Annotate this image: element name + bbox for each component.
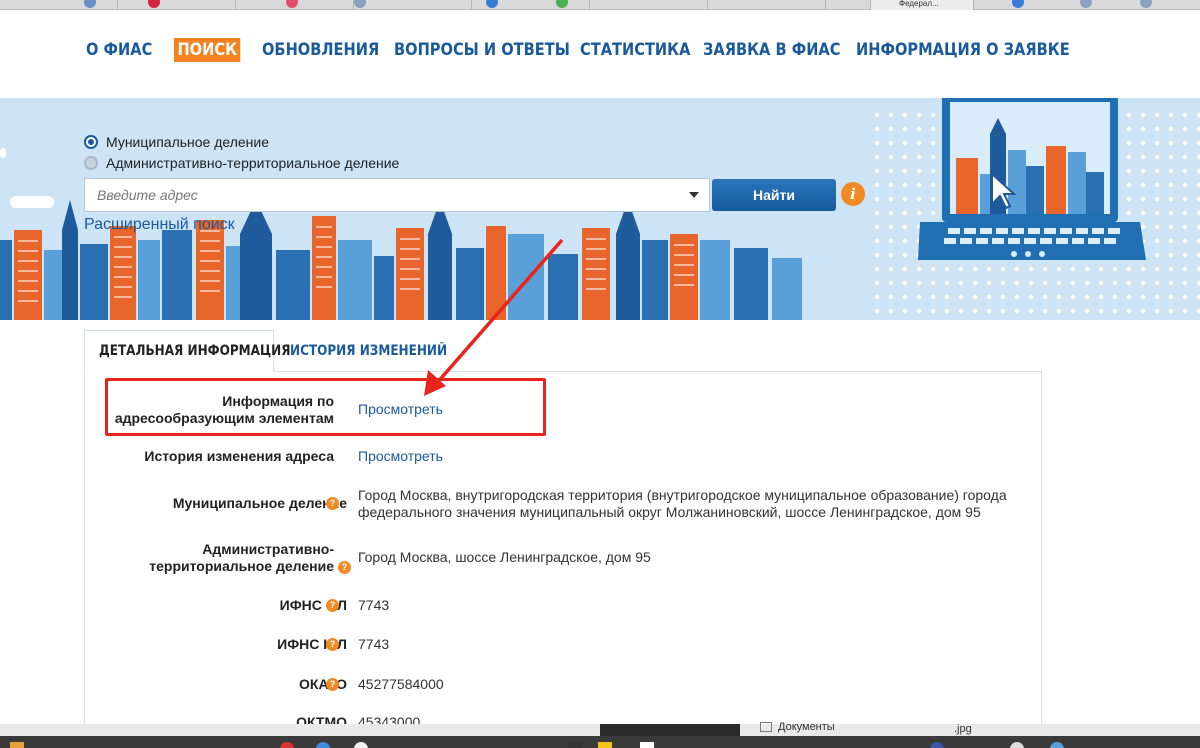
value-ifns-ul: 7743 xyxy=(358,636,390,652)
nav-item-updates[interactable]: ОБНОВЛЕНИЯ xyxy=(262,40,379,60)
annotation-highlight-box xyxy=(105,378,546,436)
app-icon[interactable] xyxy=(316,742,330,748)
radio-admin-row[interactable]: Административно-территориальное деление xyxy=(84,155,399,171)
folder-icon[interactable] xyxy=(10,742,24,748)
app-icon[interactable] xyxy=(280,742,294,748)
address-search-field[interactable] xyxy=(84,178,710,212)
dock xyxy=(0,736,1200,748)
nav-item-search[interactable]: ПОИСК xyxy=(174,38,241,62)
finder-window-strip: Документы .jpg xyxy=(0,721,1200,736)
radio-admin-label[interactable]: Административно-территориальное деление xyxy=(106,155,399,171)
cloud-decoration xyxy=(0,148,6,158)
nav-item-about[interactable]: О ФИАС xyxy=(86,40,152,60)
favicon-icon xyxy=(1012,0,1024,8)
nav-item-request-info[interactable]: ИНФОРМАЦИЯ О ЗАЯВКЕ xyxy=(856,40,1070,60)
main-nav: О ФИАС ПОИСК ОБНОВЛЕНИЯ ВОПРОСЫ И ОТВЕТЫ… xyxy=(0,10,1200,98)
label-line: Административно- xyxy=(202,541,334,557)
radio-municipal-row[interactable]: Муниципальное деление xyxy=(84,134,269,150)
favicon-icon xyxy=(1140,0,1152,8)
file-extension-label: .jpg xyxy=(954,723,972,735)
help-icon[interactable]: ? xyxy=(338,560,351,574)
app-icon[interactable] xyxy=(640,742,654,748)
nav-item-statistics[interactable]: СТАТИСТИКА xyxy=(580,40,690,60)
notes-icon[interactable] xyxy=(598,742,612,748)
advanced-search-link[interactable]: Расширенный поиск xyxy=(84,216,235,234)
app-icon[interactable] xyxy=(354,742,368,748)
strip-segment: Документы .jpg xyxy=(740,721,1200,736)
label-address-history: История изменения адреса xyxy=(144,448,334,464)
search-banner: Муниципальное деление Административно-те… xyxy=(0,98,1200,320)
tab-detail-info[interactable]: ДЕТАЛЬНАЯ ИНФОРМАЦИЯ xyxy=(84,330,290,372)
find-button[interactable]: Найти xyxy=(712,179,836,211)
value-okato: 45277584000 xyxy=(358,676,444,692)
label-text: Муниципальное деление xyxy=(172,495,347,511)
value-admin-division: Город Москва, шоссе Ленинградское, дом 9… xyxy=(358,549,651,565)
help-icon[interactable]: ? xyxy=(326,678,339,691)
browser-tab[interactable] xyxy=(708,0,826,10)
value-line: федерального значения муниципальный окру… xyxy=(358,504,981,520)
documents-label: Документы xyxy=(778,721,835,733)
browser-tab-active[interactable]: Федерал... xyxy=(870,0,974,10)
app-icon[interactable] xyxy=(1010,742,1024,748)
label-municipal: Муниципальное деление xyxy=(173,495,347,512)
radio-municipal-label[interactable]: Муниципальное деление xyxy=(106,134,269,150)
radio-admin[interactable] xyxy=(84,156,98,170)
app-icon[interactable] xyxy=(568,742,582,748)
label-line: территориальное деление xyxy=(149,558,334,574)
nav-item-faq[interactable]: ВОПРОСЫ И ОТВЕТЫ xyxy=(394,40,570,60)
label-okato: ОКАТО xyxy=(299,676,347,693)
radio-municipal[interactable] xyxy=(84,135,98,149)
browser-tab[interactable] xyxy=(354,0,472,10)
browser-tab[interactable] xyxy=(590,0,708,10)
dropdown-arrow-icon[interactable] xyxy=(689,192,699,198)
info-icon[interactable]: i xyxy=(841,182,865,206)
tab-history-label: ИСТОРИЯ ИЗМЕНЕНИЙ xyxy=(290,343,448,359)
value-municipal: Город Москва, внутригородская территория… xyxy=(358,487,1007,521)
nav-item-request[interactable]: ЗАЯВКА В ФИАС xyxy=(703,40,840,60)
page: Федерал... О ФИАС ПОИСК ОБНОВЛЕНИЯ ВОПРО… xyxy=(0,0,1200,748)
view-address-history-link[interactable]: Просмотреть xyxy=(358,448,443,465)
label-text: ОКАТО xyxy=(299,676,347,692)
help-icon[interactable]: ? xyxy=(326,599,339,612)
browser-tab-strip: Федерал... xyxy=(0,0,1200,10)
tab-detail-label: ДЕТАЛЬНАЯ ИНФОРМАЦИЯ xyxy=(99,343,291,359)
browser-tab-title: Федерал... xyxy=(899,0,939,8)
strip-segment xyxy=(0,724,600,736)
favicon-icon xyxy=(1080,0,1092,8)
address-input[interactable] xyxy=(85,179,709,211)
laptop-illustration xyxy=(918,98,1146,260)
tab-change-history[interactable]: ИСТОРИЯ ИЗМЕНЕНИЙ xyxy=(290,330,473,372)
label-line-wrap: территориальное деление? xyxy=(149,558,351,575)
help-icon[interactable]: ? xyxy=(326,638,339,651)
help-icon[interactable]: ? xyxy=(326,497,339,510)
app-icon[interactable] xyxy=(930,742,944,748)
browser-tab[interactable] xyxy=(0,0,118,10)
browser-tab[interactable] xyxy=(118,0,236,10)
value-ifns-fl: 7743 xyxy=(358,597,390,613)
checkbox-icon xyxy=(760,722,772,732)
value-line: Город Москва, внутригородская территория… xyxy=(358,487,1007,503)
app-icon[interactable] xyxy=(1050,742,1064,748)
label-admin-division: Административно- территориальное деление… xyxy=(149,541,351,575)
